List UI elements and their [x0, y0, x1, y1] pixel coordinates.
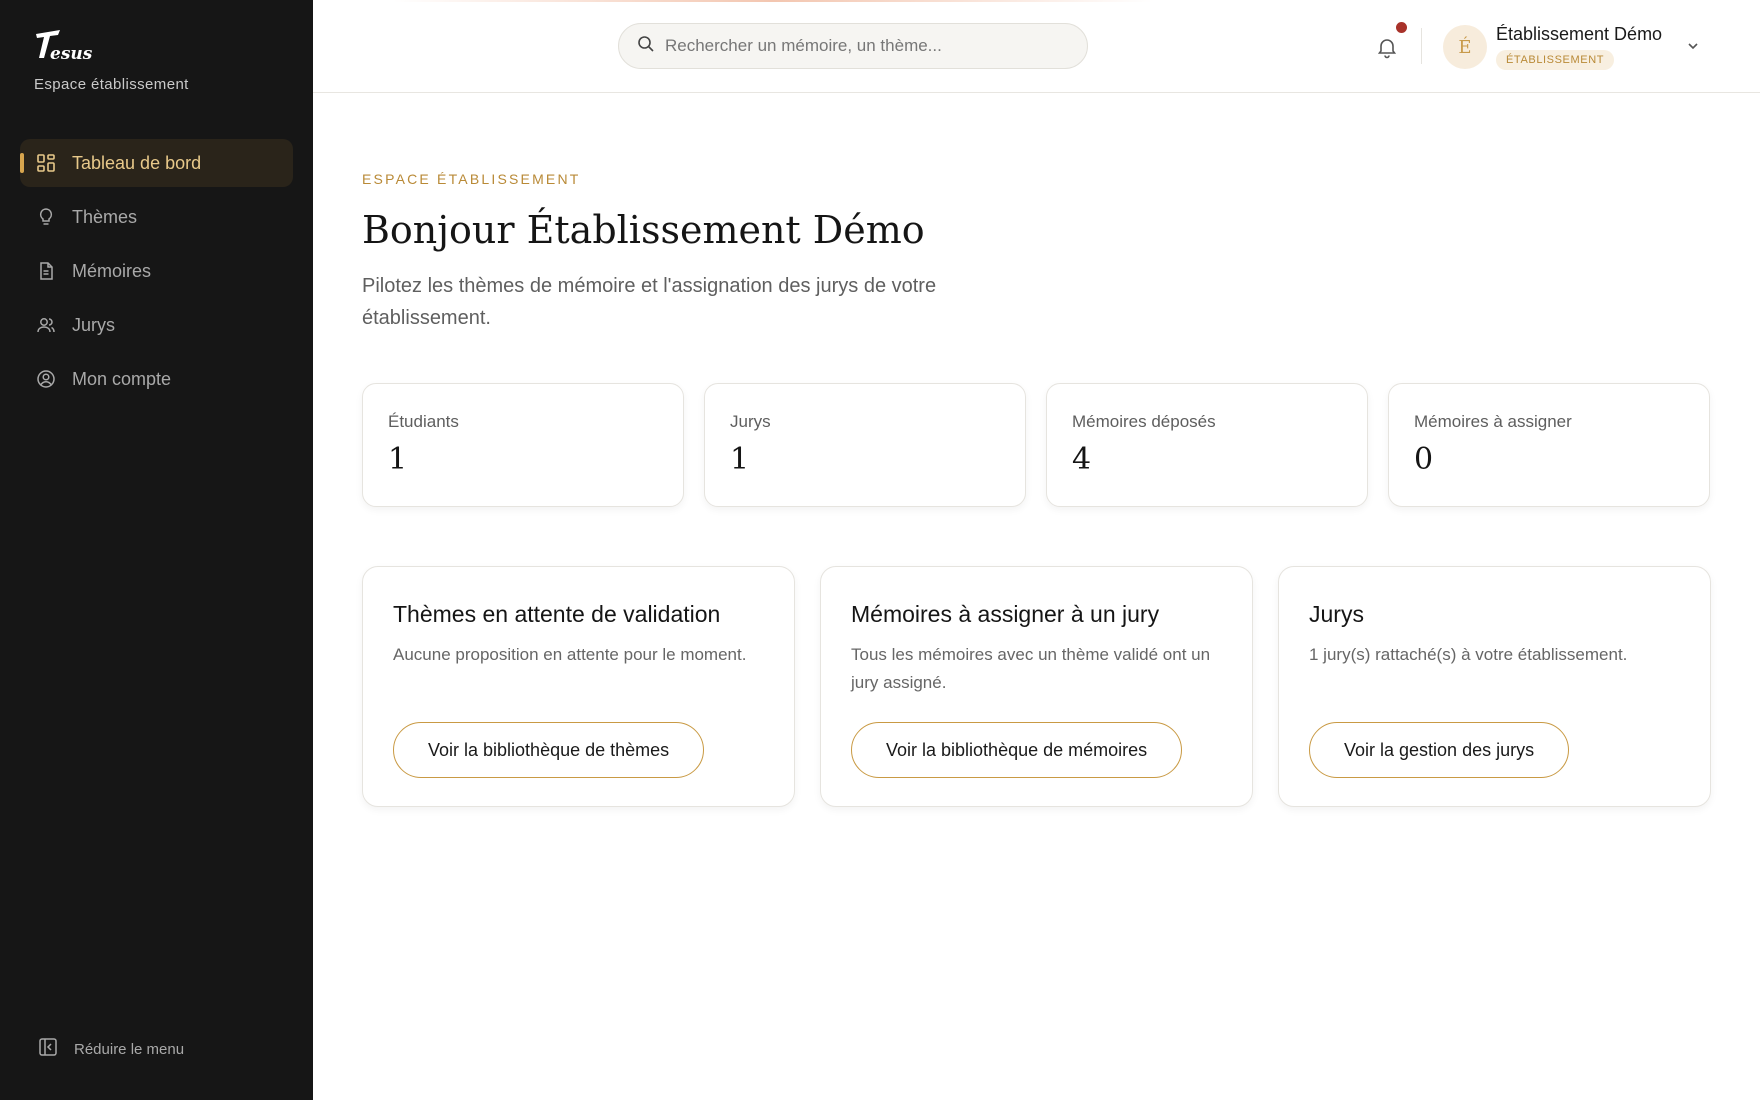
stat-label: Étudiants — [388, 412, 459, 431]
stat-card-memoires-a-assigner: Mémoires à assigner 0 — [1388, 383, 1710, 507]
stat-value: 1 — [730, 442, 750, 477]
section-eyebrow: ESPACE ÉTABLISSEMENT — [362, 171, 581, 187]
notification-dot — [1396, 22, 1407, 33]
collapse-menu-button[interactable]: Réduire le menu — [38, 1037, 184, 1062]
card-description: Tous les mémoires avec un thème validé o… — [851, 645, 1211, 692]
chevron-down-icon[interactable] — [1685, 38, 1701, 54]
search-input[interactable] — [665, 36, 1065, 56]
stat-card-etudiants: Étudiants 1 — [362, 383, 684, 507]
search-bar[interactable] — [618, 23, 1088, 69]
collapse-menu-label: Réduire le menu — [74, 1041, 185, 1058]
card-themes-en-attente: Thèmes en attente de validation Aucune p… — [362, 566, 795, 807]
thesus-logo[interactable]: esus — [34, 28, 100, 64]
sidebar-item-label: Mon compte — [72, 368, 172, 389]
avatar[interactable]: É — [1443, 25, 1487, 69]
top-header: É Établissement Démo ÉTABLISSEMENT — [313, 0, 1760, 93]
lightbulb-icon — [36, 207, 56, 227]
card-title: Mémoires à assigner à un jury — [851, 601, 1160, 627]
page-title: Bonjour Établissement Démo — [362, 208, 925, 252]
collapse-sidebar-icon — [38, 1037, 58, 1062]
card-memoires-a-assigner: Mémoires à assigner à un jury Tous les m… — [820, 566, 1253, 807]
view-themes-library-button[interactable]: Voir la bibliothèque de thèmes — [393, 722, 705, 778]
sidebar-item-themes[interactable]: Thèmes — [20, 193, 293, 241]
page-subtitle: Pilotez les thèmes de mémoire et l'assig… — [362, 275, 937, 329]
notification-bell-icon[interactable] — [1375, 35, 1399, 59]
stat-card-jurys: Jurys 1 — [704, 383, 1026, 507]
stat-label: Mémoires à assigner — [1414, 412, 1572, 431]
header-divider — [1421, 28, 1422, 64]
dashboard-icon — [36, 153, 56, 173]
stat-label: Mémoires déposés — [1072, 412, 1216, 431]
sidebar-nav: Tableau de bord Thèmes Mémoires Jurys Mo… — [20, 139, 293, 409]
view-jurys-management-button[interactable]: Voir la gestion des jurys — [1309, 722, 1570, 778]
search-icon — [637, 35, 655, 58]
user-name[interactable]: Établissement Démo — [1496, 24, 1662, 45]
card-jurys: Jurys 1 jury(s) rattaché(s) à votre étab… — [1278, 566, 1711, 807]
sidebar-item-label: Jurys — [72, 314, 116, 335]
sidebar: esus Espace établissement Tableau de bor… — [0, 0, 313, 1100]
card-title: Thèmes en attente de validation — [393, 601, 721, 627]
sidebar-item-jurys[interactable]: Jurys — [20, 301, 293, 349]
stat-value: 1 — [388, 442, 408, 477]
card-description: 1 jury(s) rattaché(s) à votre établissem… — [1309, 645, 1628, 664]
sidebar-item-memoires[interactable]: Mémoires — [20, 247, 293, 295]
sidebar-item-label: Mémoires — [72, 260, 152, 281]
sidebar-subtitle: Espace établissement — [34, 76, 189, 93]
main-content: É Établissement Démo ÉTABLISSEMENT ESPAC… — [313, 0, 1760, 1100]
document-icon — [36, 261, 56, 281]
sidebar-item-label: Thèmes — [72, 206, 138, 227]
svg-text:esus: esus — [50, 44, 93, 64]
users-icon — [36, 315, 56, 335]
sidebar-item-mon-compte[interactable]: Mon compte — [20, 355, 293, 403]
sidebar-item-tableau-de-bord[interactable]: Tableau de bord — [20, 139, 293, 187]
view-memoires-library-button[interactable]: Voir la bibliothèque de mémoires — [851, 722, 1183, 778]
sidebar-item-label: Tableau de bord — [72, 152, 202, 173]
card-description: Aucune proposition en attente pour le mo… — [393, 645, 747, 664]
role-badge: ÉTABLISSEMENT — [1496, 50, 1615, 70]
stat-card-memoires-deposes: Mémoires déposés 4 — [1046, 383, 1368, 507]
card-title: Jurys — [1309, 601, 1364, 627]
stat-value: 4 — [1072, 442, 1092, 477]
stat-value: 0 — [1414, 442, 1434, 477]
user-circle-icon — [36, 369, 56, 389]
stat-label: Jurys — [730, 412, 771, 431]
